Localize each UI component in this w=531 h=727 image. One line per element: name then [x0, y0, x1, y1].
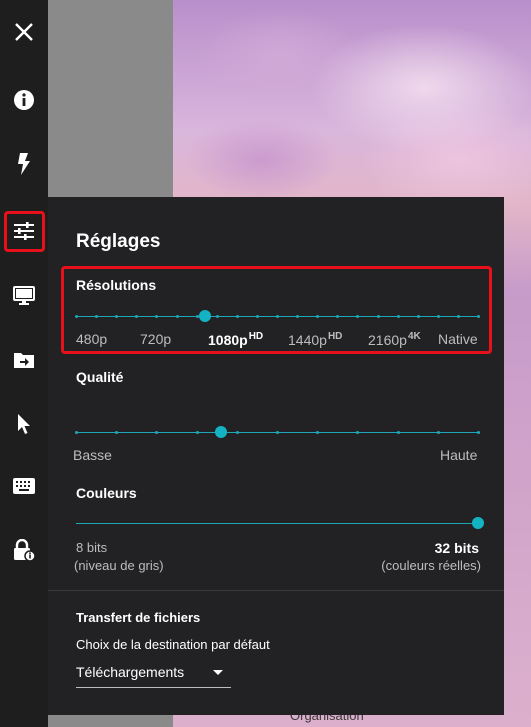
slider-tick [215, 315, 219, 318]
keyboard-icon [13, 478, 35, 494]
quality-thumb[interactable] [214, 426, 227, 438]
colors-min-label: 8 bits [76, 540, 108, 555]
slider-tick [75, 315, 78, 318]
settings-panel: Réglages Résolutions 480p 720p 1080pHD 1440… [48, 197, 504, 715]
resolution-option[interactable]: 480p [76, 331, 107, 347]
panel-title: Réglages [76, 231, 161, 252]
colors-track[interactable] [76, 523, 478, 524]
lock-button[interactable] [0, 526, 48, 574]
cursor-icon [18, 414, 30, 434]
close-icon [15, 23, 33, 41]
slider-tick [235, 431, 239, 434]
resolutions-thumb[interactable] [198, 310, 211, 322]
file-transfer-button[interactable] [0, 336, 48, 384]
section-divider [48, 590, 504, 591]
sliders-icon [14, 222, 34, 240]
display-button[interactable] [0, 272, 48, 320]
folder-arrow-icon [14, 353, 34, 368]
sidebar [0, 0, 48, 727]
slider-tick [316, 431, 320, 434]
quality-min-label: Basse [73, 447, 112, 463]
keyboard-button[interactable] [0, 462, 48, 510]
slider-tick [276, 315, 279, 318]
resolutions-label: Résolutions [76, 277, 157, 293]
resolution-option[interactable]: 1080pHD [208, 331, 263, 348]
slider-tick [396, 431, 400, 434]
colors-max-label: 32 bits [434, 540, 479, 556]
lock-icon [14, 539, 35, 561]
slider-tick [155, 431, 159, 434]
info-button[interactable] [0, 76, 48, 124]
colors-label: Couleurs [76, 485, 137, 501]
slider-tick [115, 431, 119, 434]
resolution-option[interactable]: Native [438, 331, 478, 347]
file-transfer-label: Transfert de fichiers [76, 610, 201, 625]
slider-tick [477, 431, 480, 434]
slider-tick [276, 431, 279, 434]
info-icon [14, 90, 34, 110]
slider-tick [175, 315, 179, 318]
resolution-option[interactable]: 2160p4K [368, 331, 421, 348]
pointer-button[interactable] [0, 400, 48, 448]
settings-button[interactable] [0, 207, 48, 255]
slider-tick [477, 315, 480, 318]
colors-min-sub: (niveau de gris) [74, 558, 164, 573]
resolution-option[interactable]: 1440pHD [288, 331, 342, 348]
destination-select[interactable]: Téléchargements [76, 657, 231, 688]
slider-tick [376, 315, 380, 318]
resolution-option[interactable]: 720p [140, 331, 171, 347]
close-button[interactable] [0, 8, 48, 56]
slider-tick [356, 431, 360, 434]
slider-tick [436, 315, 440, 318]
slider-tick [436, 431, 440, 434]
slider-tick [255, 315, 259, 318]
colors-thumb[interactable] [472, 517, 484, 529]
power-button[interactable] [0, 140, 48, 188]
slider-tick [416, 315, 420, 318]
slider-tick [75, 431, 78, 434]
quality-max-label: Haute [440, 447, 478, 463]
colors-max-sub: (couleurs réelles) [381, 558, 481, 573]
quality-label: Qualité [76, 369, 124, 385]
slider-tick [235, 315, 239, 318]
lightning-icon [18, 153, 30, 175]
slider-tick [456, 315, 460, 318]
monitor-icon [13, 286, 35, 305]
slider-tick [195, 431, 199, 434]
chevron-down-icon [213, 670, 223, 675]
destination-label: Choix de la destination par défaut [76, 637, 270, 652]
destination-value: Téléchargements [76, 664, 185, 680]
slider-tick [396, 315, 400, 318]
